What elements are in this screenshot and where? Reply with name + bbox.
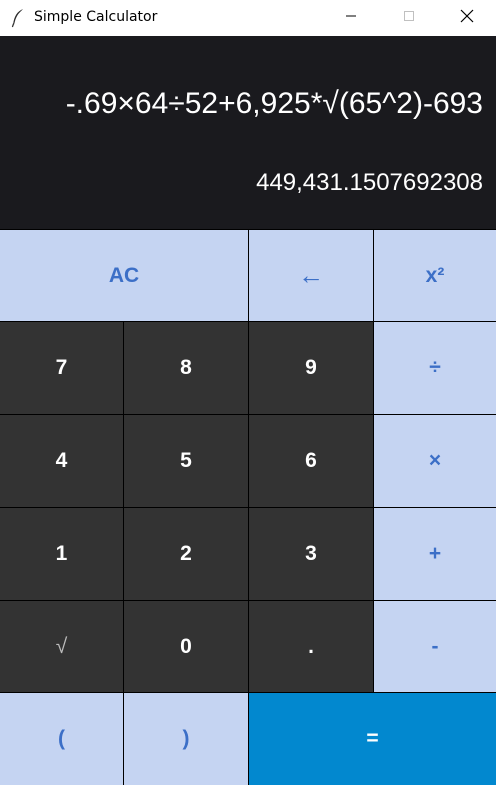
all-clear-button[interactable]: AC [0, 230, 248, 321]
square-root-button[interactable]: √ [0, 601, 123, 692]
title-bar[interactable]: Simple Calculator [0, 0, 496, 36]
result-text: 449,431.1507692308 [256, 169, 483, 196]
backspace-button[interactable]: ← [249, 230, 373, 321]
digit-7-button[interactable]: 7 [0, 322, 123, 414]
calculator-window: Simple Calculator -.69×64÷52+6,925*√(65^… [0, 0, 496, 785]
divide-button[interactable]: ÷ [374, 322, 496, 414]
digit-1-button[interactable]: 1 [0, 508, 123, 600]
minimize-button[interactable] [322, 0, 380, 36]
plus-button[interactable]: + [374, 508, 496, 600]
digit-8-button[interactable]: 8 [124, 322, 248, 414]
digit-6-button[interactable]: 6 [249, 415, 373, 507]
digit-0-button[interactable]: 0 [124, 601, 248, 692]
digit-4-button[interactable]: 4 [0, 415, 123, 507]
minimize-icon [345, 9, 357, 27]
minus-button[interactable]: - [374, 601, 496, 692]
square-button[interactable]: x² [374, 230, 496, 321]
keypad: AC ← x² 7 8 9 ÷ 4 5 6 × 1 2 3 + √ 0 . - … [0, 229, 496, 785]
digit-3-button[interactable]: 3 [249, 508, 373, 600]
multiply-button[interactable]: × [374, 415, 496, 507]
decimal-point-button[interactable]: . [249, 601, 373, 692]
close-icon [460, 9, 474, 28]
maximize-button[interactable] [380, 0, 438, 36]
close-button[interactable] [438, 0, 496, 36]
feather-icon [11, 8, 25, 28]
maximize-icon [403, 9, 415, 27]
digit-9-button[interactable]: 9 [249, 322, 373, 414]
window-title: Simple Calculator [34, 9, 158, 25]
left-paren-button[interactable]: ( [0, 693, 123, 785]
equals-button[interactable]: = [249, 693, 496, 785]
digit-5-button[interactable]: 5 [124, 415, 248, 507]
expression-text: -.69×64÷52+6,925*√(65^2)-693 [65, 87, 483, 120]
calculator-display: -.69×64÷52+6,925*√(65^2)-693 449,431.150… [0, 36, 496, 229]
digit-2-button[interactable]: 2 [124, 508, 248, 600]
right-paren-button[interactable]: ) [124, 693, 248, 785]
